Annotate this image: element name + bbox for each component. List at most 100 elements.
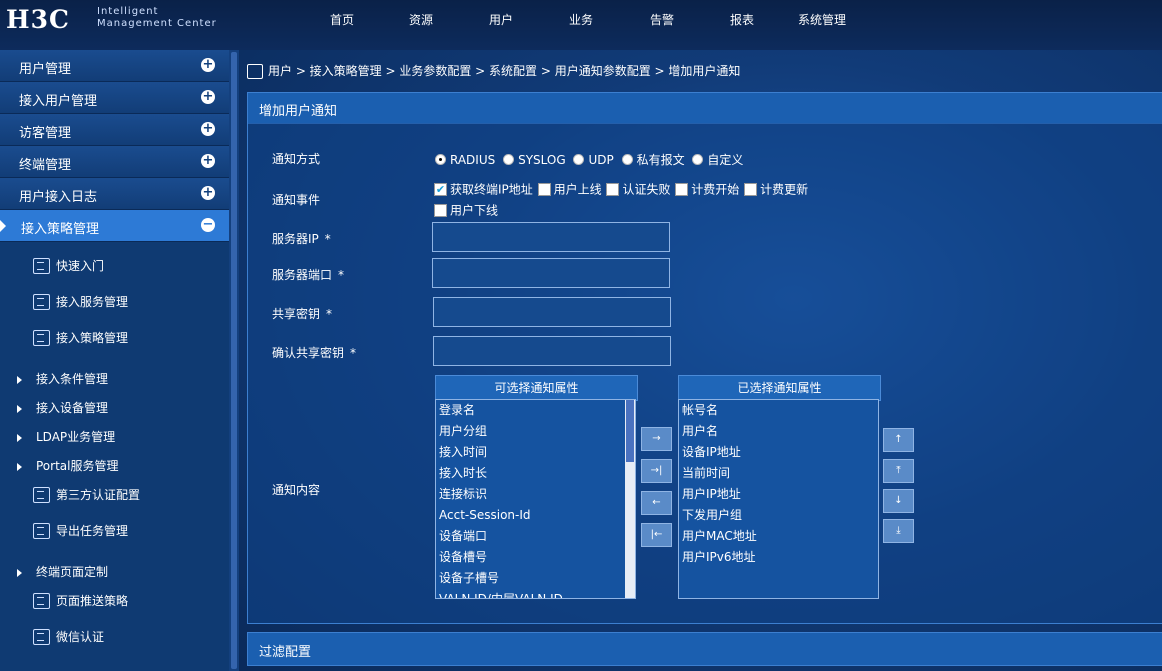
menu-group-user-management[interactable]: 用户管理 + [0, 50, 229, 82]
radio-custom[interactable]: 自定义 [692, 151, 745, 168]
expand-plus-icon[interactable]: + [201, 154, 215, 168]
list-item[interactable]: 设备子槽号 [436, 568, 635, 589]
menu-group-access-log[interactable]: 用户接入日志 + [0, 178, 229, 210]
checkbox-checked-icon[interactable]: ✔ [434, 183, 447, 196]
sidebar-item-portal[interactable]: Portal服务管理 [17, 457, 118, 477]
server-port-input[interactable] [432, 258, 670, 288]
radio-dot-icon[interactable] [573, 154, 585, 165]
menu-group-terminal-management[interactable]: 终端管理 + [0, 146, 229, 178]
nav-system[interactable]: 系统管理 [798, 11, 846, 28]
sidebar-item-page-push[interactable]: 页面推送策略 [33, 592, 128, 612]
expand-arrow-icon[interactable] [17, 433, 22, 442]
expand-arrow-icon[interactable] [17, 375, 22, 384]
move-bottom-button[interactable]: ⤓ [883, 519, 914, 543]
list-item[interactable]: 用户分组 [436, 421, 635, 442]
radio-dot-icon[interactable] [692, 154, 704, 165]
list-item[interactable]: 设备端口 [436, 526, 635, 547]
menu-group-access-policy[interactable]: 接入策略管理 − [0, 210, 229, 242]
sidebar-item-wechat-auth[interactable]: 微信认证 [33, 628, 104, 648]
checkbox-icon[interactable] [744, 183, 758, 196]
confirm-key-input[interactable] [433, 336, 671, 366]
expand-plus-icon[interactable]: + [201, 186, 215, 200]
list-item[interactable]: 设备槽号 [436, 547, 635, 568]
list-item[interactable]: 用户IP地址 [679, 484, 878, 505]
move-top-button[interactable]: ⤒ [883, 459, 914, 483]
expand-arrow-icon[interactable] [17, 404, 22, 413]
checkbox-icon[interactable] [537, 183, 551, 196]
radio-udp[interactable]: UDP [573, 152, 615, 167]
move-all-left-button[interactable]: |← [641, 523, 672, 547]
sidebar-item-access-service[interactable]: 接入服务管理 [33, 293, 128, 313]
move-down-button[interactable]: ↓ [883, 489, 914, 513]
menu-group-label: 接入策略管理 [21, 222, 100, 237]
check-acct-update[interactable]: 计费更新 [744, 179, 808, 200]
menu-group-access-users[interactable]: 接入用户管理 + [0, 82, 229, 114]
nav-home[interactable]: 首页 [330, 11, 354, 28]
list-scroll-thumb[interactable] [626, 400, 634, 462]
list-item[interactable]: 当前时间 [679, 463, 878, 484]
nav-users[interactable]: 用户 [489, 11, 513, 28]
list-item[interactable]: 用户MAC地址 [679, 526, 878, 547]
list-item[interactable]: 连接标识 [436, 484, 635, 505]
selected-attrs-list[interactable]: 帐号名 用户名 设备IP地址 当前时间 用户IP地址 下发用户组 用户MAC地址… [678, 399, 879, 599]
sidebar-item-access-device[interactable]: 接入设备管理 [17, 399, 108, 419]
sidebar-item-export-task[interactable]: 导出任务管理 [33, 522, 128, 542]
move-all-right-button[interactable]: →| [641, 459, 672, 483]
check-online[interactable]: 用户上线 [537, 179, 602, 200]
sidebar-scroll-thumb[interactable] [231, 52, 237, 669]
sidebar-item-terminal-page[interactable]: 终端页面定制 [17, 563, 108, 583]
selected-attrs-title: 已选择通知属性 [678, 375, 881, 401]
panel-header: 增加用户通知 [247, 92, 1162, 124]
available-attrs-list[interactable]: 登录名 用户分组 接入时间 接入时长 连接标识 Acct-Session-Id … [435, 399, 636, 599]
menu-group-guest-management[interactable]: 访客管理 + [0, 114, 229, 146]
list-item[interactable]: VALN ID/内层VALN ID [436, 589, 635, 598]
nav-reports[interactable]: 报表 [730, 11, 754, 28]
filter-panel-header[interactable]: 过滤配置 [247, 632, 1162, 666]
sidebar-item-access-condition[interactable]: 接入条件管理 [17, 370, 108, 390]
move-right-button[interactable]: → [641, 427, 672, 451]
move-up-button[interactable]: ↑ [883, 428, 914, 452]
breadcrumb-text[interactable]: 用户 > 接入策略管理 > 业务参数配置 > 系统配置 > 用户通知参数配置 >… [268, 64, 740, 78]
shared-key-input[interactable] [433, 297, 671, 327]
nav-resources[interactable]: 资源 [409, 11, 433, 28]
radio-syslog[interactable]: SYSLOG [503, 152, 568, 167]
radio-dot-icon[interactable] [621, 154, 633, 165]
expand-plus-icon[interactable]: + [201, 58, 215, 72]
list-item[interactable]: 下发用户组 [679, 505, 878, 526]
checkbox-icon[interactable] [434, 203, 447, 217]
expand-arrow-icon[interactable] [17, 462, 22, 471]
list-scrollbar[interactable] [625, 400, 635, 598]
check-auth-fail[interactable]: 认证失败 [606, 179, 670, 200]
expand-plus-icon[interactable]: + [201, 122, 215, 136]
checkbox-icon[interactable] [606, 183, 620, 196]
radio-dot-icon[interactable] [503, 154, 515, 165]
radio-private[interactable]: 私有报文 [621, 151, 687, 168]
list-item[interactable]: 用户IPv6地址 [679, 547, 878, 568]
sidebar-item-ldap[interactable]: LDAP业务管理 [17, 428, 115, 448]
radio-dot-icon[interactable] [435, 154, 446, 165]
collapse-minus-icon[interactable]: − [201, 218, 215, 232]
radio-radius[interactable]: RADIUS [435, 152, 497, 167]
move-left-button[interactable]: ← [641, 491, 672, 515]
check-get-ip[interactable]: ✔ 获取终端IP地址 [434, 179, 533, 200]
nav-alarms[interactable]: 告警 [650, 11, 674, 28]
list-item[interactable]: 设备IP地址 [679, 442, 878, 463]
check-acct-start[interactable]: 计费开始 [675, 179, 739, 200]
list-item[interactable]: Acct-Session-Id [436, 505, 635, 526]
expand-plus-icon[interactable]: + [201, 90, 215, 104]
list-item[interactable]: 登录名 [436, 400, 635, 421]
list-item[interactable]: 帐号名 [679, 400, 878, 421]
server-ip-input[interactable] [432, 222, 670, 252]
list-item[interactable]: 接入时长 [436, 463, 635, 484]
nav-services[interactable]: 业务 [569, 11, 593, 28]
sidebar-item-third-party-auth[interactable]: 第三方认证配置 [33, 486, 140, 506]
sidebar-item-quick-start[interactable]: 快速入门 [33, 257, 104, 277]
list-item[interactable]: 用户名 [679, 421, 878, 442]
sidebar-scrollbar[interactable] [229, 50, 239, 671]
sidebar-item-access-policy[interactable]: 接入策略管理 [33, 329, 128, 349]
expand-arrow-icon[interactable] [17, 568, 22, 577]
check-offline[interactable]: 用户下线 [434, 200, 498, 221]
checkbox-icon[interactable] [675, 183, 689, 196]
list-item[interactable]: 接入时间 [436, 442, 635, 463]
sidebar: 用户管理 + 接入用户管理 + 访客管理 + 终端管理 + 用户接入日志 + 接… [0, 50, 229, 671]
